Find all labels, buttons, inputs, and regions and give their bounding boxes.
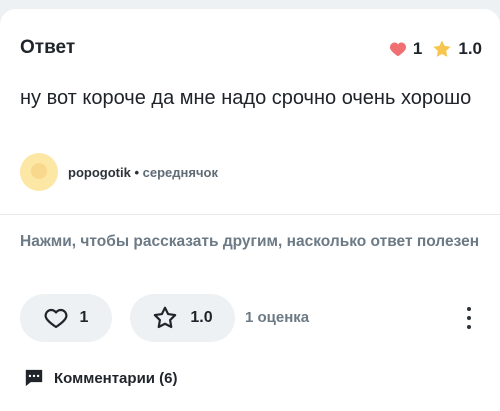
divider bbox=[0, 214, 500, 215]
like-button[interactable]: 1 bbox=[20, 294, 112, 342]
more-dot bbox=[467, 316, 471, 320]
comments-button[interactable]: Комментарии (6) bbox=[24, 369, 178, 387]
ratings-count: 1 оценка bbox=[245, 309, 310, 326]
likes-count: 1 bbox=[412, 39, 423, 58]
answer-stats: 1 1.0 bbox=[389, 39, 482, 59]
more-dot bbox=[467, 325, 471, 329]
author[interactable]: popogotik • середнячок bbox=[20, 153, 218, 191]
heart-outline-icon bbox=[44, 307, 68, 329]
top-strip bbox=[0, 0, 500, 9]
author-separator: • bbox=[134, 164, 140, 180]
rating-value: 1.0 bbox=[458, 39, 482, 58]
avatar[interactable] bbox=[20, 153, 58, 191]
author-text: popogotik • середнячок bbox=[68, 165, 218, 180]
rate-button[interactable]: 1.0 bbox=[130, 294, 235, 342]
answer-title: Ответ bbox=[20, 37, 76, 58]
author-rank: середнячок bbox=[142, 164, 218, 180]
author-name[interactable]: popogotik bbox=[68, 165, 131, 180]
feedback-prompt: Нажми, чтобы рассказать другим, наскольк… bbox=[20, 233, 480, 250]
more-dot bbox=[467, 307, 471, 311]
like-button-value: 1 bbox=[79, 309, 89, 326]
answer-card: Ответ 1 1.0 ну вот короче да мне надо ср… bbox=[0, 9, 500, 411]
answer-text: ну вот короче да мне надо срочно очень х… bbox=[20, 87, 472, 109]
likes-stat: 1 bbox=[389, 39, 422, 59]
star-outline-icon bbox=[152, 305, 178, 331]
rating-stat: 1.0 bbox=[432, 39, 482, 59]
comments-label: Комментарии (6) bbox=[54, 369, 178, 387]
more-icon[interactable] bbox=[466, 307, 472, 329]
star-icon bbox=[432, 39, 452, 59]
comment-icon bbox=[24, 369, 44, 387]
rate-button-value: 1.0 bbox=[190, 309, 213, 326]
heart-icon bbox=[389, 41, 407, 57]
